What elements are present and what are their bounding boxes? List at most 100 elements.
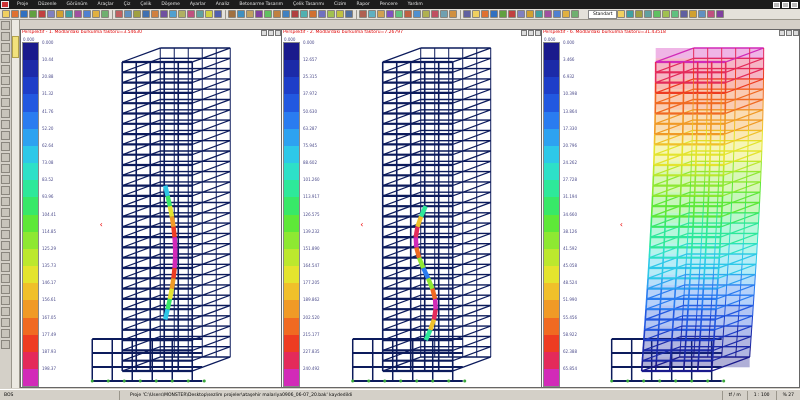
menu-item[interactable]: Düzenle (33, 2, 61, 7)
toolbar-tool-icon[interactable] (449, 10, 457, 18)
toolbar-tool-icon[interactable] (431, 10, 439, 18)
toolbar-tool-icon[interactable] (56, 10, 64, 18)
side-tool-icon[interactable] (1, 274, 10, 283)
toolbar-tool-icon[interactable] (133, 10, 141, 18)
status-units[interactable]: tf / m (721, 390, 747, 400)
toolbar-tool-icon[interactable] (562, 10, 570, 18)
toolbar-tool-icon[interactable] (404, 10, 412, 18)
panel-minimize-button[interactable] (521, 30, 527, 36)
panel-close-button[interactable] (793, 30, 799, 36)
toolbar-tool-icon[interactable] (92, 10, 100, 18)
side-tool-icon[interactable] (1, 65, 10, 74)
menu-item[interactable]: Rapor (351, 2, 374, 7)
view-panel-1[interactable]: Perspektif - 1. Modlardaki burkulma fakt… (20, 29, 282, 388)
standart-toolbar-tab[interactable]: Standart (588, 9, 618, 19)
toolbar-tool-icon[interactable] (386, 10, 394, 18)
toolbar-tool-icon[interactable] (359, 10, 367, 18)
toolbar-tool-icon[interactable] (169, 10, 177, 18)
toolbar-tool-icon[interactable] (214, 10, 222, 18)
toolbar-tool-icon[interactable] (205, 10, 213, 18)
view-panel-3[interactable]: Perspektif - 6. Modlardaki burkulma fakt… (541, 29, 800, 388)
toolbar-tool-icon[interactable] (680, 10, 689, 18)
side-tool-icon[interactable] (1, 54, 10, 63)
toolbar-tool-icon[interactable] (273, 10, 281, 18)
toolbar-tool-icon[interactable] (228, 10, 236, 18)
side-tool-icon[interactable] (1, 21, 10, 30)
toolbar-tool-icon[interactable] (368, 10, 376, 18)
side-tool-icon[interactable] (1, 219, 10, 228)
toolbar-tool-icon[interactable] (481, 10, 489, 18)
structure-model-view[interactable] (542, 30, 800, 388)
side-panel-handle[interactable] (12, 36, 19, 58)
side-tool-icon[interactable] (1, 252, 10, 261)
side-tool-icon[interactable] (1, 32, 10, 41)
panel-maximize-button[interactable] (528, 30, 534, 36)
toolbar-tool-icon[interactable] (38, 10, 46, 18)
side-tool-icon[interactable] (1, 296, 10, 305)
toolbar-tool-icon[interactable] (65, 10, 73, 18)
toolbar-tool-icon[interactable] (11, 10, 19, 18)
toolbar-tool-icon[interactable] (617, 10, 626, 18)
toolbar-tool-icon[interactable] (20, 10, 28, 18)
status-scale[interactable]: 1 : 100 (746, 390, 776, 400)
toolbar-tool-icon[interactable] (440, 10, 448, 18)
toolbar-tool-icon[interactable] (635, 10, 644, 18)
side-tool-icon[interactable] (1, 120, 10, 129)
close-button[interactable] (791, 1, 798, 8)
toolbar-tool-icon[interactable] (544, 10, 552, 18)
toolbar-tool-icon[interactable] (689, 10, 698, 18)
side-tool-icon[interactable] (1, 307, 10, 316)
toolbar-tool-icon[interactable] (707, 10, 716, 18)
structure-model-view[interactable] (21, 30, 282, 388)
side-tool-icon[interactable] (1, 153, 10, 162)
side-tool-icon[interactable] (1, 230, 10, 239)
toolbar-tool-icon[interactable] (653, 10, 662, 18)
side-tool-icon[interactable] (1, 131, 10, 140)
panel-maximize-button[interactable] (268, 30, 274, 36)
toolbar-tool-icon[interactable] (83, 10, 91, 18)
toolbar-tool-icon[interactable] (463, 10, 471, 18)
status-zoom[interactable]: % 27 (775, 390, 800, 400)
toolbar-tool-icon[interactable] (671, 10, 680, 18)
side-tool-icon[interactable] (1, 186, 10, 195)
restore-button[interactable] (782, 1, 789, 8)
menu-item[interactable]: Çelik (135, 2, 156, 7)
menu-item[interactable]: Cizim (329, 2, 351, 7)
toolbar-tool-icon[interactable] (255, 10, 263, 18)
minimize-button[interactable] (773, 1, 780, 8)
toolbar-tool-icon[interactable] (196, 10, 204, 18)
menu-item[interactable]: Yardım (403, 2, 428, 7)
toolbar-tool-icon[interactable] (74, 10, 82, 18)
menu-item[interactable]: Analiz (211, 2, 235, 7)
toolbar-tool-icon[interactable] (327, 10, 335, 18)
side-tool-icon[interactable] (1, 329, 10, 338)
toolbar-tool-icon[interactable] (237, 10, 245, 18)
toolbar-tool-icon[interactable] (535, 10, 543, 18)
panel-maximize-button[interactable] (786, 30, 792, 36)
toolbar-tool-icon[interactable] (246, 10, 254, 18)
toolbar-tool-icon[interactable] (291, 10, 299, 18)
toolbar-tool-icon[interactable] (413, 10, 421, 18)
panel-minimize-button[interactable] (261, 30, 267, 36)
toolbar-tool-icon[interactable] (626, 10, 635, 18)
menu-item[interactable]: Çelik Tasarımı (288, 2, 329, 7)
menu-item[interactable]: Proje (12, 2, 33, 7)
menu-item[interactable]: Betonarme Tasarım (234, 2, 288, 7)
menu-item[interactable]: Çiz (119, 2, 136, 7)
toolbar-tool-icon[interactable] (160, 10, 168, 18)
side-tool-icon[interactable] (1, 43, 10, 52)
toolbar-tool-icon[interactable] (517, 10, 525, 18)
toolbar-tool-icon[interactable] (490, 10, 498, 18)
toolbar-tool-icon[interactable] (300, 10, 308, 18)
toolbar-tool-icon[interactable] (716, 10, 725, 18)
side-tool-icon[interactable] (1, 241, 10, 250)
side-tool-icon[interactable] (1, 208, 10, 217)
toolbar-tool-icon[interactable] (553, 10, 561, 18)
toolbar-tool-icon[interactable] (29, 10, 37, 18)
menu-item[interactable]: Pencere (375, 2, 403, 7)
side-tool-icon[interactable] (1, 340, 10, 349)
panel-minimize-button[interactable] (779, 30, 785, 36)
toolbar-tool-icon[interactable] (142, 10, 150, 18)
toolbar-tool-icon[interactable] (318, 10, 326, 18)
toolbar-tool-icon[interactable] (336, 10, 344, 18)
